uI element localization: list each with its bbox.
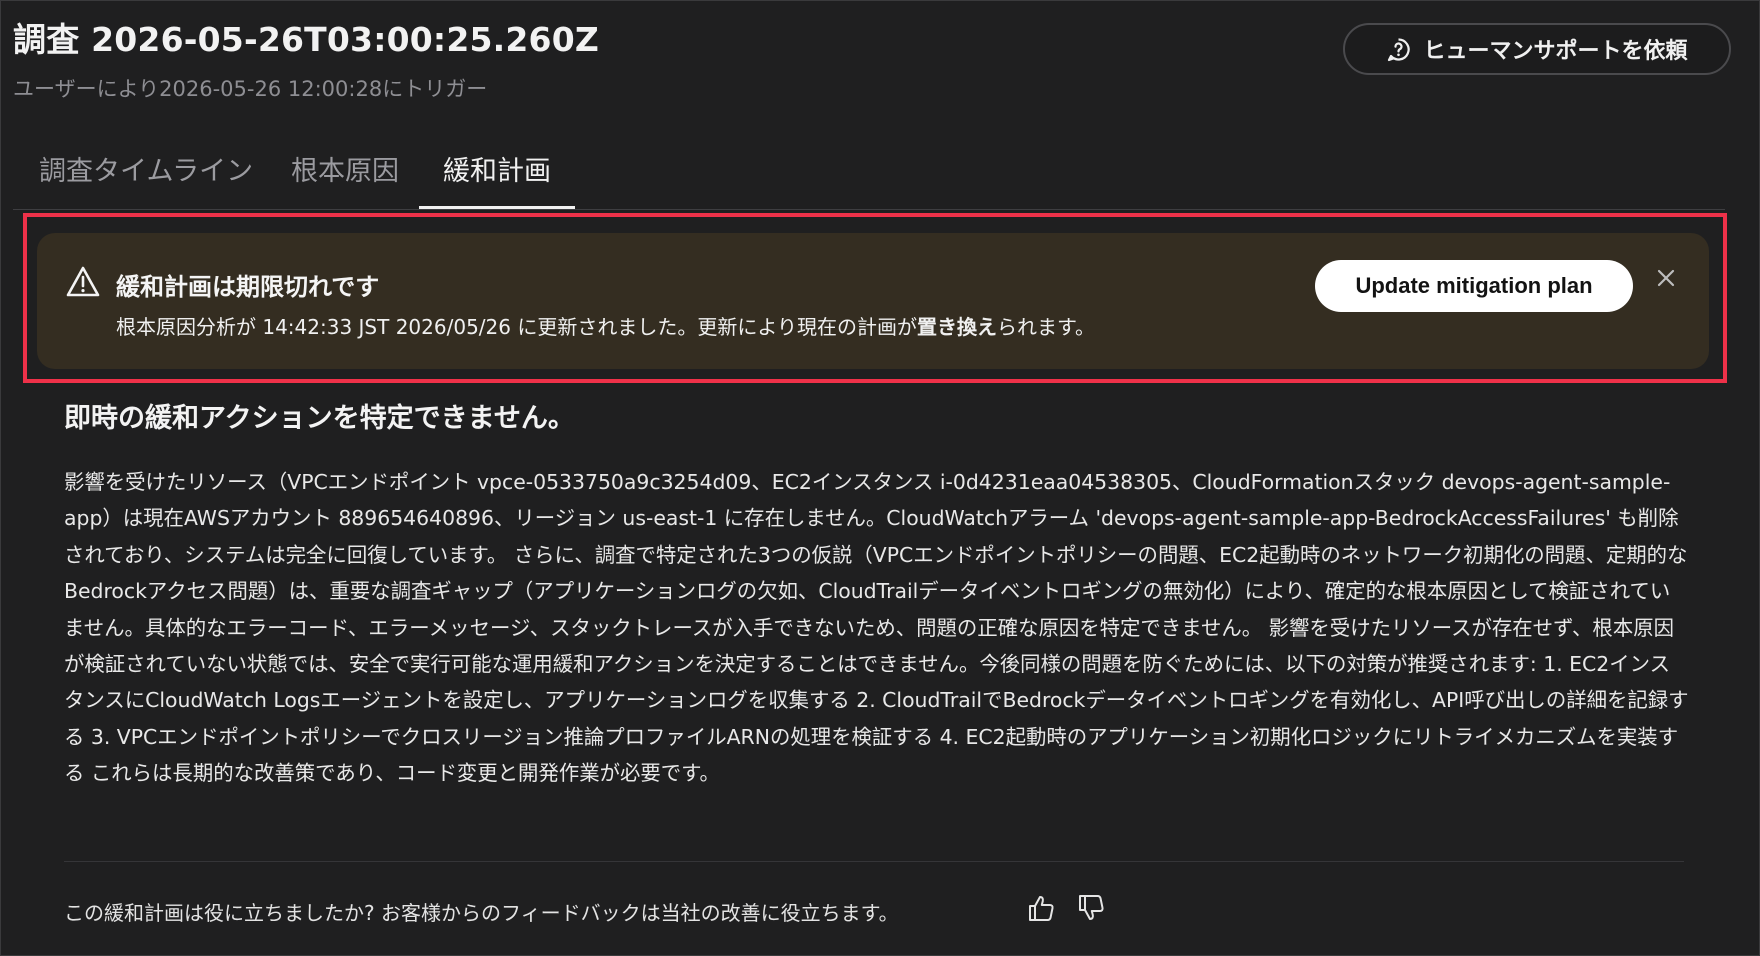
request-human-support-label: ヒューマンサポートを依頼 <box>1423 38 1688 63</box>
thumbs-down-icon[interactable] <box>1076 893 1106 923</box>
page-header: 調査 2026-05-26T03:00:25.260Z ユーザーにより2026-… <box>13 13 1749 113</box>
warning-message: 根本原因分析が 14:42:33 JST 2026/05/26 に更新されました… <box>116 311 1095 340</box>
help-chat-icon <box>1386 37 1411 62</box>
trigger-subtitle: ユーザーにより2026-05-26 12:00:28にトリガー <box>13 77 488 101</box>
request-human-support-button[interactable]: ヒューマンサポートを依頼 <box>1343 23 1731 75</box>
mitigation-plan-body: 影響を受けたリソース（VPCエンドポイント vpce-0533750a9c325… <box>64 470 1689 786</box>
mitigation-plan-title: 即時の緩和アクションを特定できません。 <box>64 403 575 434</box>
warning-message-emphasis: 置き換え <box>916 315 997 339</box>
tab-root-cause[interactable]: 根本原因 <box>291 149 399 199</box>
content-divider <box>64 861 1684 862</box>
warning-triangle-icon <box>65 265 101 299</box>
close-icon[interactable] <box>1655 267 1677 289</box>
thumbs-up-icon[interactable] <box>1026 893 1056 923</box>
warning-message-suffix: られます。 <box>996 315 1095 339</box>
update-mitigation-plan-button[interactable]: Update mitigation plan <box>1315 260 1633 312</box>
outdated-plan-warning: 緩和計画は期限切れです 根本原因分析が 14:42:33 JST 2026/05… <box>37 233 1709 369</box>
page-title: 調査 2026-05-26T03:00:25.260Z <box>13 20 599 59</box>
warning-title: 緩和計画は期限切れです <box>116 273 380 301</box>
tab-investigation-timeline[interactable]: 調査タイムライン <box>39 149 253 199</box>
tab-mitigation-plan[interactable]: 緩和計画 <box>419 149 575 209</box>
warning-message-prefix: 根本原因分析が 14:42:33 JST 2026/05/26 に更新されました… <box>116 315 917 339</box>
mitigation-plan-content: 即時の緩和アクションを特定できません。 影響を受けたリソース（VPCエンドポイン… <box>64 396 1689 836</box>
feedback-prompt: この緩和計画は役に立ちましたか? お客様からのフィードバックは当社の改善に役立ち… <box>64 901 899 925</box>
feedback-row: この緩和計画は役に立ちましたか? お客様からのフィードバックは当社の改善に役立ち… <box>64 893 1164 933</box>
investigation-page: 調査 2026-05-26T03:00:25.260Z ユーザーにより2026-… <box>0 0 1760 956</box>
mitigation-tabs: 調査タイムライン 根本原因 緩和計画 <box>13 139 1725 210</box>
